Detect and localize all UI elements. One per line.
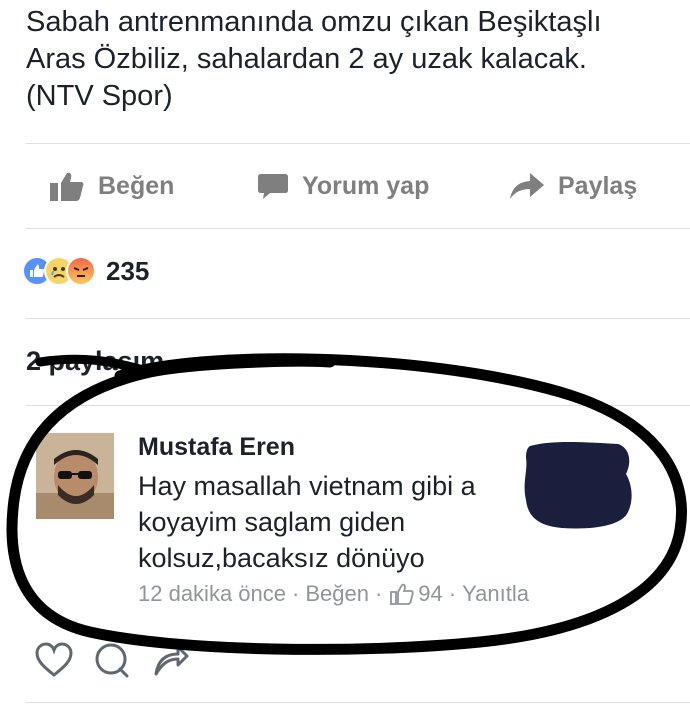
- comment-reply-button[interactable]: Yanıtla: [462, 581, 529, 607]
- like-button-label: Beğen: [98, 171, 175, 200]
- divider: [26, 143, 690, 144]
- separator-dot: ·: [448, 581, 457, 606]
- divider: [26, 702, 690, 703]
- share-button[interactable]: Paylaş: [510, 160, 637, 212]
- angry-reaction-icon: [66, 256, 96, 286]
- reaction-count: 235: [106, 255, 150, 286]
- share-button-label: Paylaş: [558, 171, 638, 200]
- redaction-mark: [524, 442, 632, 529]
- reactions-summary[interactable]: 235: [22, 254, 149, 288]
- thumbs-up-icon: [50, 172, 84, 201]
- heart-icon[interactable]: [34, 642, 74, 678]
- separator-dot: ·: [374, 581, 383, 606]
- share-arrow-icon: [510, 173, 544, 199]
- separator-dot: ·: [292, 581, 300, 606]
- comment-icon: [258, 174, 288, 199]
- comment-meta: 12 dakika önce · Beğen · 94 · Yanıtla: [138, 581, 529, 607]
- share-count[interactable]: 2 paylaşım: [26, 346, 164, 377]
- comment-like-count[interactable]: 94: [418, 581, 442, 607]
- comment-bubble-icon[interactable]: [92, 641, 132, 679]
- comment-button[interactable]: Yorum yap: [258, 160, 429, 212]
- divider: [26, 405, 690, 406]
- like-button[interactable]: Beğen: [50, 160, 174, 212]
- comment-actions-row: [34, 640, 208, 680]
- avatar[interactable]: [36, 433, 114, 519]
- comment-text-line: kolsuz,bacaksız dönüyo: [138, 543, 425, 573]
- comment-time[interactable]: 12 dakika önce: [138, 581, 286, 607]
- post-text: Sabah antrenmanında omzu çıkan Beşiktaşl…: [26, 4, 666, 115]
- post-text-line: Sabah antrenmanında omzu çıkan Beşiktaşl…: [26, 6, 602, 38]
- post-action-bar: Beğen Yorum yap Paylaş: [0, 160, 690, 212]
- divider: [26, 228, 690, 229]
- comment-like-button[interactable]: Beğen: [305, 581, 369, 607]
- thumbs-up-outline-icon: [390, 583, 414, 605]
- share-arrow-icon[interactable]: [150, 642, 190, 678]
- post-text-line: Aras Özbiliz, sahalardan 2 ay uzak kalac…: [26, 43, 587, 75]
- comment-button-label: Yorum yap: [302, 171, 430, 200]
- divider: [26, 318, 690, 319]
- post-text-line: (NTV Spor): [26, 80, 173, 112]
